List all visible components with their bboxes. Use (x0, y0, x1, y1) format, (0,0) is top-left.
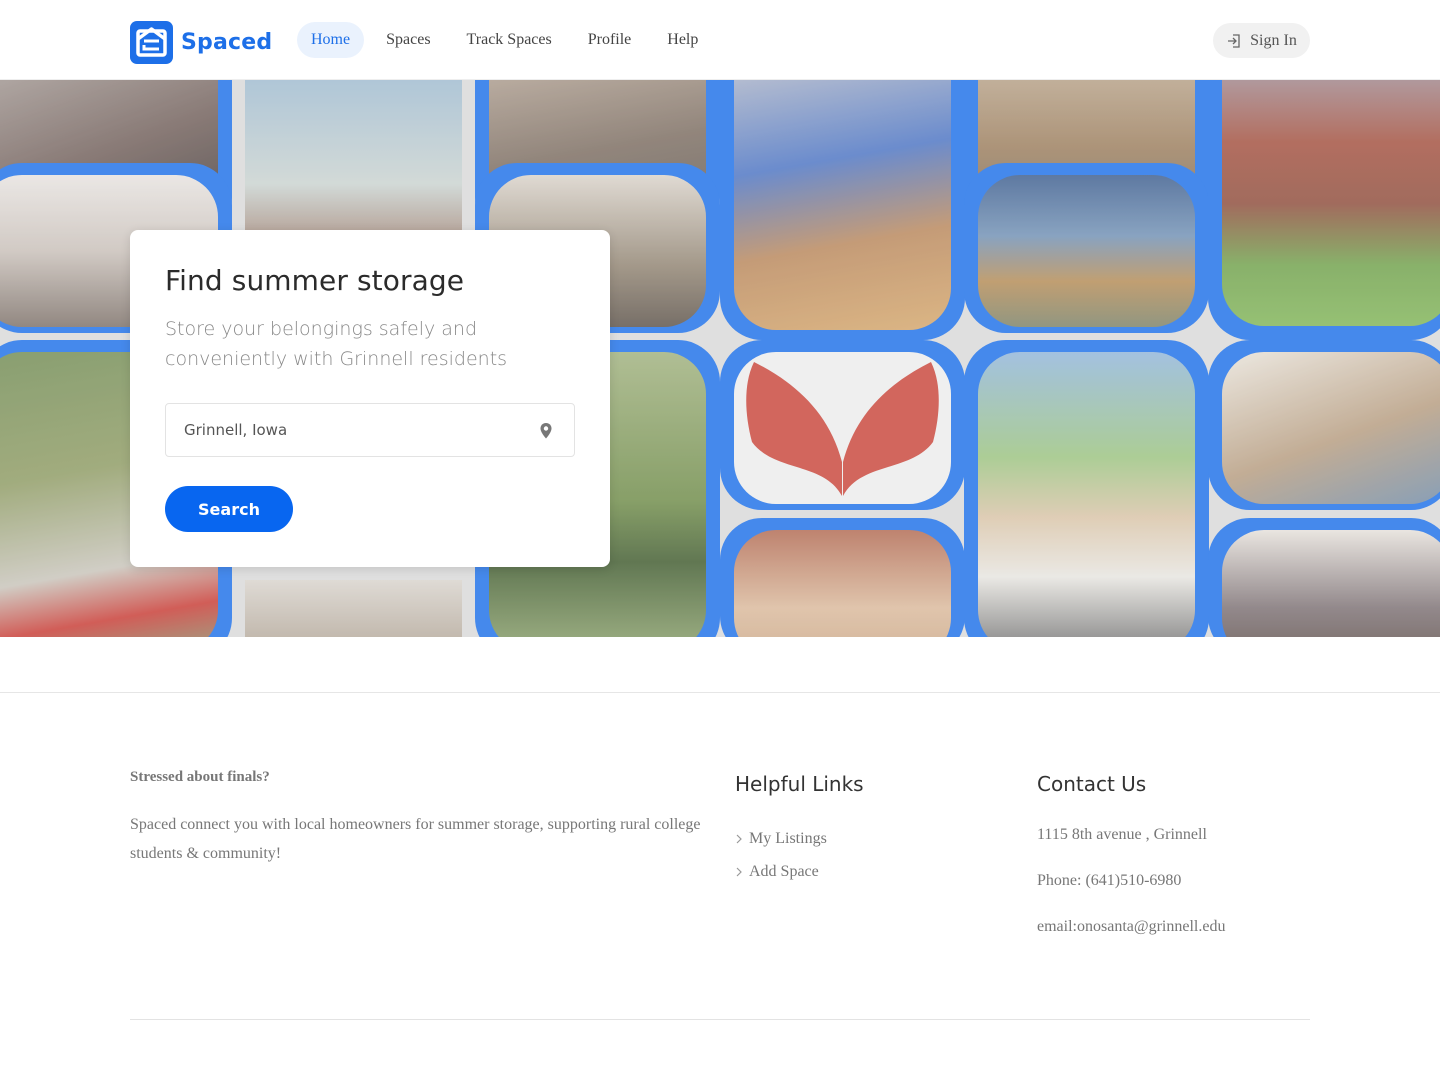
nav-help[interactable]: Help (653, 22, 712, 58)
logo-text: Spaced (181, 30, 273, 55)
link-add-space[interactable]: Add Space (735, 855, 827, 888)
about-text: Spaced connect you with local homeowners… (130, 816, 701, 862)
search-card: Find summer storage Store your belonging… (130, 230, 610, 567)
contact-email[interactable]: email:onosanta@grinnell.edu (1037, 918, 1225, 936)
search-button[interactable]: Search (165, 486, 293, 532)
sign-in-icon (1228, 33, 1240, 48)
link-label: Add Space (749, 862, 819, 880)
nav-spaces[interactable]: Spaces (372, 22, 444, 58)
logo-icon (130, 21, 173, 64)
nav-profile[interactable]: Profile (574, 22, 646, 58)
site-header: Spaced Home Spaces Track Spaces Profile … (0, 0, 1440, 80)
main-nav: Home Spaces Track Spaces Profile Help (297, 22, 712, 58)
hero-title: Find summer storage (165, 264, 465, 297)
link-label: My Listings (749, 829, 827, 847)
chevron-right-icon (736, 867, 742, 876)
section-divider (0, 692, 1440, 693)
hero-subtitle: Store your belongings safely and conveni… (165, 318, 508, 370)
nav-track-spaces[interactable]: Track Spaces (453, 22, 566, 58)
sign-in-label: Sign In (1250, 31, 1297, 49)
contact-phone: Phone: (641)510-6980 (1037, 872, 1182, 889)
about-title: Stressed about finals? (130, 769, 270, 785)
contact-heading: Contact Us (1037, 772, 1147, 796)
helpful-links-heading: Helpful Links (735, 772, 864, 796)
location-field[interactable] (165, 403, 575, 457)
nav-home[interactable]: Home (297, 22, 365, 58)
footer-divider (130, 1019, 1310, 1020)
helpful-links-list: My Listings Add Space (735, 822, 827, 888)
location-input[interactable] (184, 404, 524, 456)
map-pin-icon (540, 423, 552, 439)
link-my-listings[interactable]: My Listings (735, 822, 827, 855)
sign-in-button[interactable]: Sign In (1213, 23, 1310, 58)
chevron-right-icon (736, 834, 742, 843)
logo[interactable]: Spaced (130, 21, 272, 64)
contact-address: 1115 8th avenue , Grinnell (1037, 826, 1207, 843)
